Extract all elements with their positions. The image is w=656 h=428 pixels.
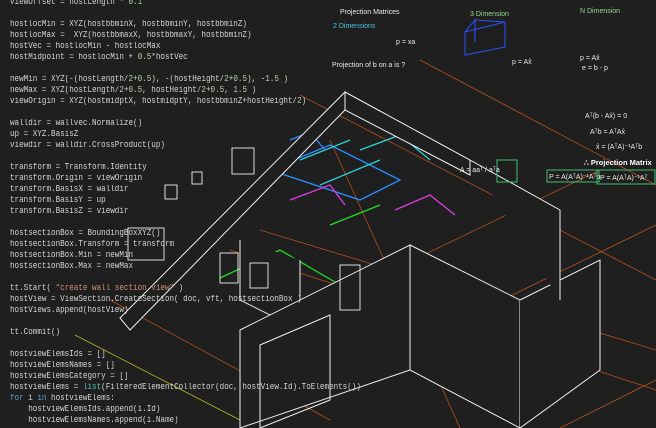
board-proj-3d: P = A(AᵀA)⁻¹Aᵀb — [549, 174, 601, 181]
board-xhat: x̂ = (AᵀA)⁻¹Aᵀb — [596, 144, 643, 151]
board-p-ax-n: p = Ax̂ — [580, 55, 600, 62]
board-p-xa: p = xa — [396, 39, 415, 46]
board-atb: Aᵀb = AᵀAx̂ — [590, 129, 626, 136]
board-at-eq: Aᵀ(b - Ax̂) = 0 — [585, 113, 627, 120]
board-proj-2d: A = aaᵀ / aᵀa — [460, 167, 500, 174]
handwritten-math: Projection Matrices 2 Dimensions 3 Dimen… — [332, 8, 656, 185]
board-proj-label: ∴ Projection Matrix — [584, 158, 653, 167]
code-line: hostviewElemsNames.append(i.Name) — [10, 416, 179, 426]
board-nd-heading: N Dimension — [580, 8, 620, 15]
code-editor: viewOffset = hostLength * 0.1 hostlocMin… — [10, 0, 361, 427]
3d-box-diagram — [464, 18, 506, 56]
board-3d-heading: 3 Dimension — [470, 11, 509, 18]
board-e-bp: e = b - p — [582, 65, 608, 72]
board-p-ax: p = Ax̂ — [512, 59, 532, 66]
board-proj-n: P = A(AᵀA)⁻¹Aᵀ — [600, 175, 648, 182]
